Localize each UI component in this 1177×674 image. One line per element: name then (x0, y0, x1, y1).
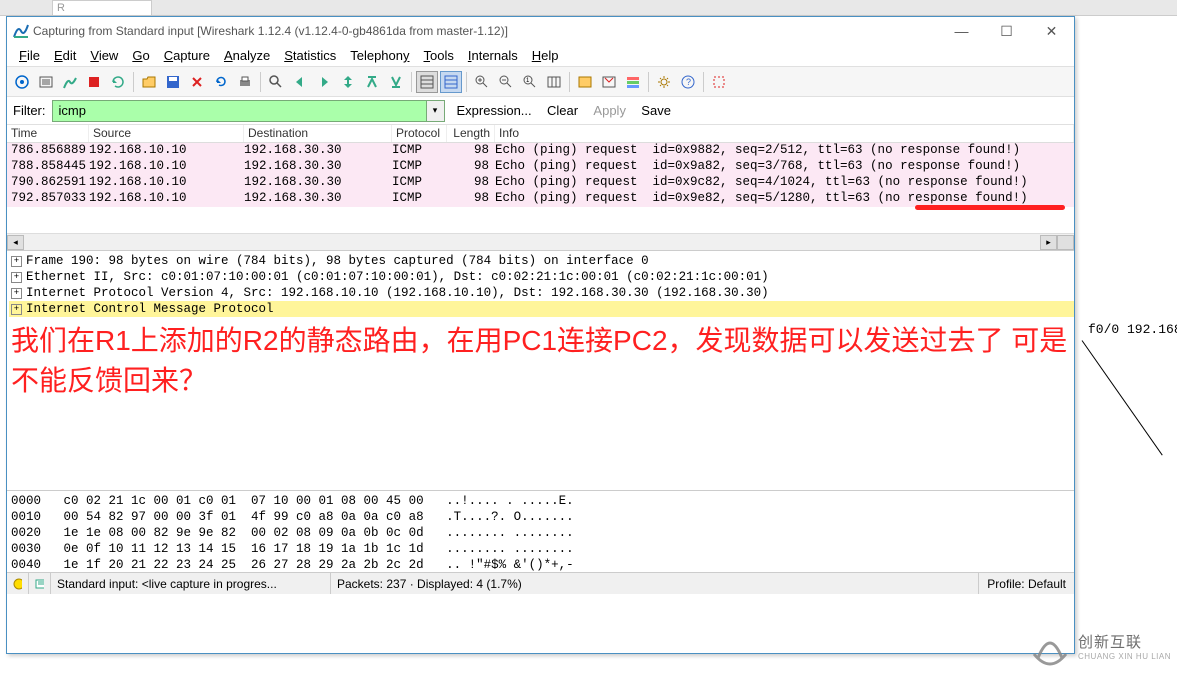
reload-icon[interactable] (210, 71, 232, 93)
options-icon[interactable] (35, 71, 57, 93)
topology-line (1082, 340, 1163, 455)
packet-row[interactable]: 786.856889192.168.10.10192.168.30.30ICMP… (7, 143, 1074, 159)
logo-text: 创新互联 (1078, 631, 1171, 652)
menu-telephony[interactable]: Telephony (344, 46, 415, 65)
packet-details[interactable]: +Frame 190: 98 bytes on wire (784 bits),… (7, 250, 1074, 490)
go-to-packet-icon[interactable] (337, 71, 359, 93)
colorize-icon[interactable] (416, 71, 438, 93)
menu-view[interactable]: View (84, 46, 124, 65)
menu-help[interactable]: Help (526, 46, 565, 65)
go-forward-icon[interactable] (313, 71, 335, 93)
detail-ip[interactable]: +Internet Protocol Version 4, Src: 192.1… (9, 285, 1074, 301)
scroll-corner (1057, 235, 1074, 250)
col-length[interactable]: Length (447, 125, 495, 142)
detail-frame[interactable]: +Frame 190: 98 bytes on wire (784 bits),… (9, 253, 1074, 269)
wireshark-window: Capturing from Standard input [Wireshark… (6, 16, 1075, 654)
menu-capture[interactable]: Capture (158, 46, 216, 65)
coloring-rules-icon[interactable] (622, 71, 644, 93)
interfaces-icon[interactable] (11, 71, 33, 93)
close-file-icon[interactable] (186, 71, 208, 93)
packet-row[interactable]: 792.857033192.168.10.10192.168.30.30ICMP… (7, 191, 1074, 207)
print-icon[interactable] (234, 71, 256, 93)
zoom-reset-icon[interactable]: 1 (519, 71, 541, 93)
detail-icmp[interactable]: +Internet Control Message Protocol (9, 301, 1074, 317)
edit-capture-comment-icon[interactable] (29, 573, 51, 594)
stop-capture-icon[interactable] (83, 71, 105, 93)
scroll-left-icon[interactable]: ◂ (7, 235, 24, 250)
filter-clear[interactable]: Clear (541, 103, 584, 118)
filter-dropdown[interactable]: ▾ (427, 100, 445, 122)
filter-input[interactable] (52, 100, 427, 122)
expand-icon[interactable]: + (11, 256, 22, 267)
filter-expression[interactable]: Expression... (451, 103, 538, 118)
annotation-text: 我们在R1上添加的R2的静态路由，在用PC1连接PC2，发现数据可以发送过去了 … (11, 321, 1074, 401)
status-source: Standard input: <live capture in progres… (51, 573, 331, 594)
display-filters-icon[interactable] (598, 71, 620, 93)
packet-list-scrollbar[interactable]: ◂ ▸ (7, 233, 1074, 250)
close-button[interactable]: ✕ (1029, 17, 1074, 45)
zoom-out-icon[interactable] (495, 71, 517, 93)
status-packets: Packets: 237 · Displayed: 4 (1.7%) (331, 573, 979, 594)
hex-dump[interactable]: 0000 c0 02 21 1c 00 01 c0 01 07 10 00 01… (7, 490, 1074, 572)
save-icon[interactable] (162, 71, 184, 93)
col-time[interactable]: Time (7, 125, 89, 142)
background-tab: R (52, 0, 152, 16)
app-icon (13, 23, 29, 39)
status-profile[interactable]: Profile: Default (979, 575, 1074, 593)
titlebar[interactable]: Capturing from Standard input [Wireshark… (7, 17, 1074, 45)
restart-capture-icon[interactable] (107, 71, 129, 93)
topology-label: f0/0 192.168.3 (1088, 322, 1177, 337)
menubar: File Edit View Go Capture Analyze Statis… (7, 45, 1074, 67)
go-first-icon[interactable] (361, 71, 383, 93)
filter-bar: Filter: ▾ Expression... Clear Apply Save (7, 97, 1074, 125)
svg-text:?: ? (686, 77, 691, 87)
expand-icon[interactable]: + (11, 304, 22, 315)
resize-columns-icon[interactable] (543, 71, 565, 93)
packet-list-header[interactable]: Time Source Destination Protocol Length … (7, 125, 1074, 143)
watermark-logo: 创新互联 CHUANG XIN HU LIAN (1028, 624, 1171, 668)
menu-edit[interactable]: Edit (48, 46, 82, 65)
minimize-button[interactable]: — (939, 17, 984, 45)
zoom-in-icon[interactable] (471, 71, 493, 93)
col-protocol[interactable]: Protocol (392, 125, 447, 142)
menu-internals[interactable]: Internals (462, 46, 524, 65)
statusbar: Standard input: <live capture in progres… (7, 572, 1074, 594)
expand-icon[interactable]: + (11, 288, 22, 299)
scroll-right-icon[interactable]: ▸ (1040, 235, 1057, 250)
packet-list[interactable]: Time Source Destination Protocol Length … (7, 125, 1074, 233)
window-title: Capturing from Standard input [Wireshark… (33, 24, 508, 38)
preferences-icon[interactable] (653, 71, 675, 93)
go-back-icon[interactable] (289, 71, 311, 93)
find-icon[interactable] (265, 71, 287, 93)
menu-go[interactable]: Go (126, 46, 155, 65)
filter-save[interactable]: Save (635, 103, 677, 118)
col-destination[interactable]: Destination (244, 125, 392, 142)
expand-icon[interactable]: + (11, 272, 22, 283)
logo-subtext: CHUANG XIN HU LIAN (1078, 652, 1171, 661)
packet-row[interactable]: 788.858445192.168.10.10192.168.30.30ICMP… (7, 159, 1074, 175)
packet-row[interactable]: 790.862591192.168.10.10192.168.30.30ICMP… (7, 175, 1074, 191)
help-icon[interactable]: ? (677, 71, 699, 93)
maximize-button[interactable]: ☐ (984, 17, 1029, 45)
menu-file[interactable]: File (13, 46, 46, 65)
go-last-icon[interactable] (385, 71, 407, 93)
toolbar: 1 ? (7, 67, 1074, 97)
expert-info-icon[interactable] (7, 573, 29, 594)
menu-tools[interactable]: Tools (418, 46, 460, 65)
filter-apply[interactable]: Apply (587, 103, 632, 118)
col-info[interactable]: Info (495, 125, 1074, 142)
extra-tool-icon[interactable] (708, 71, 730, 93)
col-source[interactable]: Source (89, 125, 244, 142)
menu-analyze[interactable]: Analyze (218, 46, 276, 65)
auto-scroll-icon[interactable] (440, 71, 462, 93)
svg-text:1: 1 (526, 78, 530, 84)
menu-statistics[interactable]: Statistics (278, 46, 342, 65)
capture-filters-icon[interactable] (574, 71, 596, 93)
detail-ethernet[interactable]: +Ethernet II, Src: c0:01:07:10:00:01 (c0… (9, 269, 1074, 285)
red-underline (915, 205, 1065, 210)
open-icon[interactable] (138, 71, 160, 93)
scroll-track[interactable] (24, 235, 1040, 250)
start-capture-icon[interactable] (59, 71, 81, 93)
filter-label: Filter: (13, 103, 46, 118)
